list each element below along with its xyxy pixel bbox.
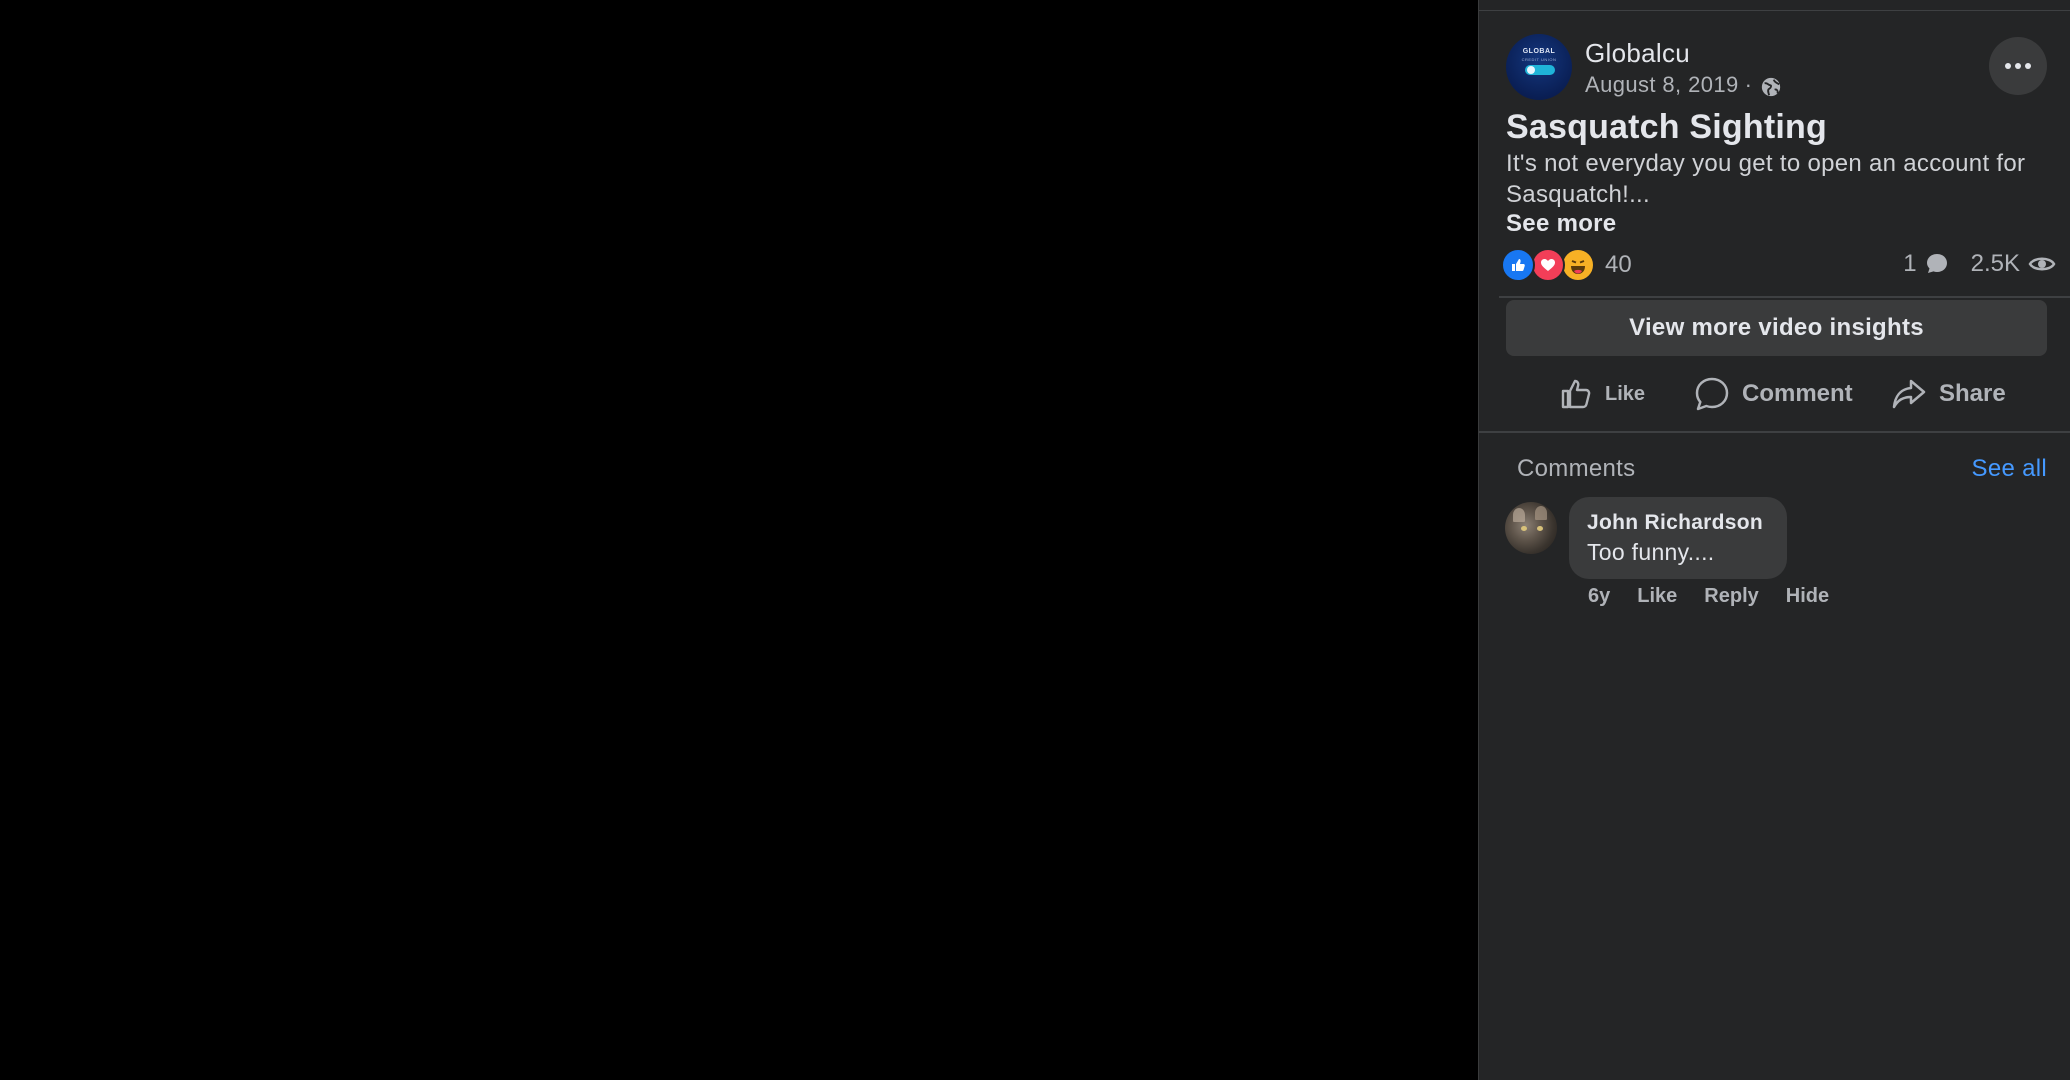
like-icon <box>1561 379 1591 409</box>
more-icon <box>2005 63 2011 69</box>
comment-author[interactable]: John Richardson <box>1587 511 1763 535</box>
comment-like-button[interactable]: Like <box>1637 585 1677 608</box>
post-body: It's not everyday you get to open an acc… <box>1506 150 2026 208</box>
post-details-panel: GLOBAL CREDIT UNION Globalcu August 8, 2… <box>1479 0 2070 1080</box>
post-stats: 1 2.5K <box>1903 250 2056 278</box>
comment-icon <box>1695 377 1729 411</box>
view-count: 2.5K <box>1970 250 2020 277</box>
top-divider <box>1479 10 2070 11</box>
avatar-logo-dot <box>1527 66 1535 74</box>
more-options-button[interactable] <box>1989 37 2047 95</box>
stats-divider <box>1499 296 2070 298</box>
avatar-logo-text: GLOBAL <box>1522 48 1556 55</box>
comment-actions: 6y Like Reply Hide <box>1588 585 1856 608</box>
avatar-cat-eye <box>1521 526 1527 531</box>
comment-count[interactable]: 1 <box>1903 250 1916 278</box>
post-date[interactable]: August 8, 2019 <box>1585 72 1739 98</box>
actions-divider <box>1479 431 2070 433</box>
see-more-link[interactable]: See more <box>1506 210 1616 238</box>
page-avatar[interactable]: GLOBAL CREDIT UNION <box>1506 34 1572 100</box>
post-title: Sasquatch Sighting <box>1506 108 1827 146</box>
view-video-insights-button[interactable]: View more video insights <box>1506 300 2047 356</box>
avatar-cat-ear <box>1513 508 1525 522</box>
like-label: Like <box>1605 382 1646 405</box>
reactions-summary[interactable]: 40 <box>1501 248 1632 282</box>
avatar-cat-eye <box>1537 526 1543 531</box>
avatar[interactable] <box>1505 502 1557 554</box>
share-label: Share <box>1939 380 2006 407</box>
screen: GLOBAL CREDIT UNION Globalcu August 8, 2… <box>0 0 2070 1080</box>
comment-reply-button[interactable]: Reply <box>1704 585 1758 608</box>
like-reaction-icon <box>1501 248 1535 282</box>
comment-bubble[interactable]: John Richardson Too funny.... <box>1569 497 1787 579</box>
meta-separator: · <box>1744 72 1753 97</box>
reaction-count: 40 <box>1605 251 1632 278</box>
comments-heading: Comments <box>1517 455 1636 482</box>
views-eye-icon <box>2028 257 2056 271</box>
avatar-logo-subtext: CREDIT UNION <box>1521 57 1557 62</box>
comment-hide-button[interactable]: Hide <box>1786 585 1829 608</box>
video-player-area[interactable] <box>0 0 1478 1080</box>
comment-label: Comment <box>1742 380 1853 407</box>
see-all-comments-link[interactable]: See all <box>1972 455 2047 483</box>
love-reaction-icon <box>1531 248 1565 282</box>
share-icon <box>1892 379 1926 409</box>
share-button[interactable]: Share <box>1891 372 2006 416</box>
like-button[interactable]: Like <box>1559 372 1645 416</box>
comment-text: Too funny.... <box>1587 539 1715 565</box>
comment-button[interactable]: Comment <box>1694 372 1853 416</box>
more-icon-dot <box>2025 63 2031 69</box>
comment-time[interactable]: 6y <box>1588 585 1610 608</box>
haha-reaction-icon <box>1561 248 1595 282</box>
globe-icon <box>1762 77 1781 97</box>
avatar-cat-ear <box>1535 506 1547 520</box>
page-name[interactable]: Globalcu <box>1585 38 1690 69</box>
more-icon-dot <box>2015 63 2021 69</box>
post-meta: August 8, 2019 · <box>1585 72 1782 98</box>
comment-count-icon <box>1926 254 1947 273</box>
